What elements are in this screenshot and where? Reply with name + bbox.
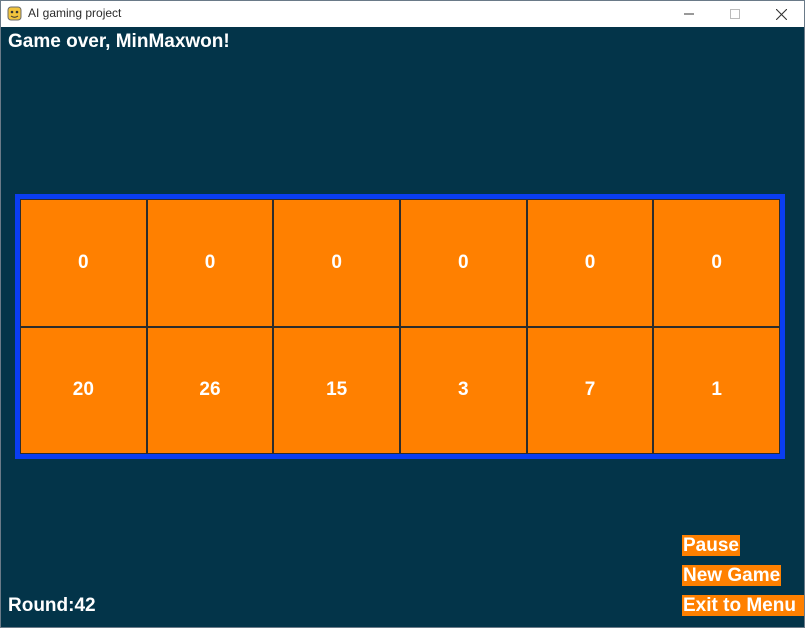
pause-button[interactable]: Pause — [682, 535, 740, 556]
app-window: AI gaming project Game over, MinMaxwon! … — [0, 0, 805, 628]
pit-bottom-3[interactable]: 15 — [273, 326, 400, 454]
maximize-icon — [730, 9, 740, 19]
board-grid: 0 0 0 0 0 0 20 26 15 3 7 1 — [20, 199, 780, 454]
pit-top-1[interactable]: 0 — [20, 199, 147, 327]
close-button[interactable] — [758, 1, 804, 27]
pit-bottom-2[interactable]: 26 — [146, 326, 274, 454]
close-icon — [775, 8, 787, 20]
maximize-button[interactable] — [712, 1, 758, 27]
game-canvas: Game over, MinMaxwon! 0 0 0 0 0 0 20 26 … — [1, 27, 804, 627]
title-bar[interactable]: AI gaming project — [1, 1, 804, 28]
round-counter: Round:42 — [8, 595, 96, 616]
pit-bottom-4[interactable]: 3 — [399, 326, 527, 454]
minimize-icon — [684, 13, 694, 15]
window-title: AI gaming project — [28, 6, 122, 20]
game-status: Game over, MinMaxwon! — [8, 31, 230, 52]
pit-bottom-1[interactable]: 20 — [20, 326, 147, 454]
new-game-button[interactable]: New Game — [682, 565, 782, 586]
pit-top-5[interactable]: 0 — [526, 199, 654, 327]
pit-bottom-5[interactable]: 7 — [526, 326, 654, 454]
pit-top-3[interactable]: 0 — [273, 199, 400, 327]
pit-top-2[interactable]: 0 — [146, 199, 274, 327]
exit-to-menu-button[interactable]: Exit to Menu — [682, 595, 804, 616]
pit-top-6[interactable]: 0 — [653, 199, 780, 327]
minimize-button[interactable] — [666, 1, 712, 27]
game-board: 0 0 0 0 0 0 20 26 15 3 7 1 — [15, 194, 785, 459]
pit-top-4[interactable]: 0 — [399, 199, 527, 327]
pygame-icon — [7, 6, 22, 21]
pit-bottom-6[interactable]: 1 — [653, 326, 780, 454]
